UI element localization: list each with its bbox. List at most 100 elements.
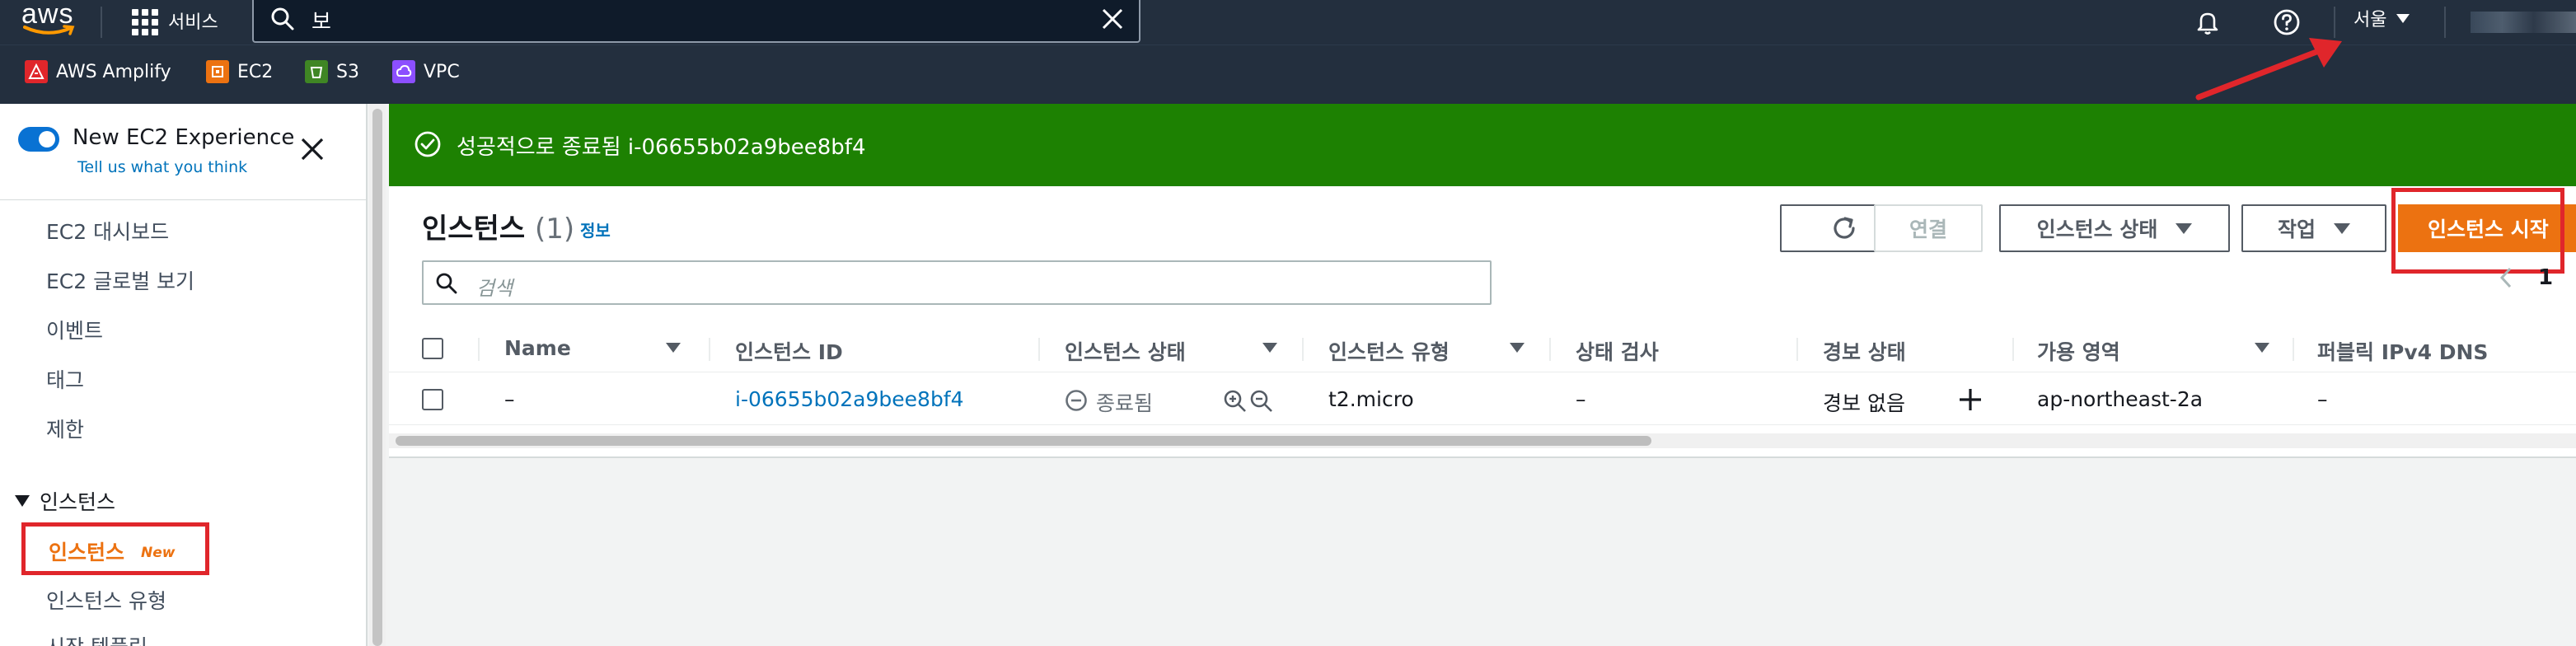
row-checkbox[interactable] bbox=[422, 389, 443, 410]
column-divider bbox=[1038, 338, 1040, 361]
cell-instance-type: t2.micro bbox=[1328, 387, 1414, 411]
connect-button[interactable]: 연결 bbox=[1874, 204, 1983, 252]
column-divider bbox=[1302, 338, 1304, 361]
sidebar-item-launch-templates[interactable]: 시작 템플릿 bbox=[46, 631, 148, 646]
s3-icon bbox=[305, 60, 328, 83]
instance-state-dropdown[interactable]: 인스턴스 상태 bbox=[1999, 204, 2230, 252]
cell-status-check: – bbox=[1576, 387, 1586, 411]
column-divider bbox=[1796, 338, 1798, 361]
column-header-alarm-status[interactable]: 경보 상태 bbox=[1823, 336, 1906, 366]
side-navigation: New EC2 Experience Tell us what you thin… bbox=[0, 104, 368, 646]
search-input[interactable]: 보 bbox=[311, 5, 331, 35]
favorite-aws-amplify[interactable]: AWS Amplify bbox=[25, 60, 171, 83]
chevron-left-icon[interactable] bbox=[2499, 266, 2513, 289]
pagination: 1 bbox=[2499, 265, 2553, 290]
zoom-in-icon[interactable] bbox=[1223, 389, 1248, 414]
amplify-icon bbox=[25, 60, 48, 83]
actions-dropdown[interactable]: 작업 bbox=[2241, 204, 2386, 252]
services-label: 서비스 bbox=[168, 12, 218, 33]
favorite-s3[interactable]: S3 bbox=[305, 60, 359, 83]
feedback-link[interactable]: Tell us what you think bbox=[77, 158, 247, 176]
page-title-text: 인스턴스 bbox=[422, 213, 526, 246]
top-navigation-bar: aws 서비스 보 서울 bbox=[0, 0, 2576, 44]
scrollbar-thumb[interactable] bbox=[396, 436, 1651, 446]
column-divider bbox=[478, 338, 480, 361]
sort-icon[interactable] bbox=[1262, 343, 1277, 353]
column-header-availability-zone[interactable]: 가용 영역 bbox=[2037, 336, 2120, 366]
favorite-label: EC2 bbox=[237, 61, 274, 82]
aws-smile-icon bbox=[23, 25, 75, 35]
info-link[interactable]: 정보 bbox=[580, 218, 611, 241]
sort-icon[interactable] bbox=[666, 343, 681, 353]
sidebar-section-label: 인스턴스 bbox=[40, 490, 116, 514]
table-horizontal-scrollbar[interactable] bbox=[389, 433, 2576, 448]
cell-public-dns: – bbox=[2317, 387, 2328, 411]
flash-message: 성공적으로 종료됨 i-06655b02a9bee8bf4 bbox=[457, 135, 866, 160]
caret-down-icon bbox=[2334, 222, 2350, 234]
favorite-label: S3 bbox=[336, 61, 359, 82]
column-header-public-dns[interactable]: 퍼블릭 IPv4 DNS bbox=[2317, 336, 2488, 366]
instance-state-label: 인스턴스 상태 bbox=[2036, 218, 2158, 241]
success-flash-banner: 성공적으로 종료됨 i-06655b02a9bee8bf4 bbox=[389, 104, 2576, 186]
sidebar-item-tags[interactable]: 태그 bbox=[46, 364, 84, 394]
sidebar-divider bbox=[0, 199, 368, 200]
sidebar-section-instances[interactable]: 인스턴스 bbox=[15, 486, 115, 516]
sidebar-item-ec2-dashboard[interactable]: EC2 대시보드 bbox=[46, 216, 169, 246]
red-highlight-annotation bbox=[2391, 188, 2564, 274]
column-header-name[interactable]: Name bbox=[504, 336, 571, 360]
table-row[interactable]: – i-06655b02a9bee8bf4 종료됨 t2.micro – 경보 … bbox=[389, 372, 2576, 425]
close-icon[interactable] bbox=[300, 137, 325, 162]
favorite-ec2[interactable]: EC2 bbox=[206, 60, 273, 83]
page-title: 인스턴스 (1) bbox=[422, 206, 574, 246]
column-divider bbox=[2293, 338, 2294, 361]
account-menu-redacted[interactable] bbox=[2471, 12, 2576, 33]
services-grid-icon bbox=[130, 7, 158, 35]
column-header-status-check[interactable]: 상태 검사 bbox=[1576, 336, 1659, 366]
aws-logo[interactable]: aws bbox=[21, 0, 79, 44]
new-experience-toggle[interactable] bbox=[18, 127, 59, 152]
new-badge: New bbox=[141, 545, 176, 561]
caret-down-icon bbox=[2396, 13, 2410, 23]
services-menu-button[interactable]: 서비스 bbox=[130, 0, 218, 41]
caret-down-icon bbox=[2176, 222, 2193, 234]
table-header: Name 인스턴스 ID 인스턴스 상태 인스턴스 유형 상태 검사 경보 상태… bbox=[389, 325, 2576, 372]
search-icon bbox=[436, 273, 457, 294]
add-alarm-icon[interactable] bbox=[1958, 387, 1983, 412]
sort-icon[interactable] bbox=[1510, 343, 1525, 353]
search-placeholder: 검색 bbox=[476, 277, 513, 300]
column-header-instance-state[interactable]: 인스턴스 상태 bbox=[1065, 336, 1186, 366]
terminated-status-icon bbox=[1066, 390, 1087, 411]
region-label: 서울 bbox=[2354, 10, 2387, 30]
instances-panel: 인스턴스 (1) 정보 연결 인스턴스 상태 작업 인스턴스 시작 검색 1 N… bbox=[389, 186, 2576, 458]
cell-name: – bbox=[504, 387, 515, 411]
sidebar-item-events[interactable]: 이벤트 bbox=[46, 315, 103, 344]
actions-label: 작업 bbox=[2277, 218, 2316, 241]
sidebar-item-global-view[interactable]: EC2 글로벌 보기 bbox=[46, 265, 194, 295]
favorite-label: VPC bbox=[424, 61, 460, 82]
favorite-vpc[interactable]: VPC bbox=[392, 60, 460, 83]
sidebar-item-limits[interactable]: 제한 bbox=[46, 414, 84, 443]
sort-icon[interactable] bbox=[2255, 343, 2269, 353]
cell-instance-id[interactable]: i-06655b02a9bee8bf4 bbox=[735, 387, 964, 411]
region-selector[interactable]: 서울 bbox=[2354, 5, 2410, 31]
global-search-box[interactable]: 보 bbox=[252, 0, 1140, 43]
zoom-out-icon[interactable] bbox=[1249, 389, 1274, 414]
search-icon bbox=[271, 7, 294, 30]
column-header-instance-id[interactable]: 인스턴스 ID bbox=[735, 336, 843, 366]
page-number[interactable]: 1 bbox=[2538, 265, 2553, 290]
sidebar-item-label: 인스턴스 bbox=[49, 541, 125, 564]
sidebar-item-instance-types[interactable]: 인스턴스 유형 bbox=[46, 585, 166, 615]
sidebar-item-instances[interactable]: 인스턴스 New bbox=[21, 522, 209, 575]
select-all-checkbox[interactable] bbox=[422, 338, 443, 359]
bell-icon bbox=[2197, 12, 2218, 35]
column-divider bbox=[709, 338, 710, 361]
instance-search-field[interactable]: 검색 bbox=[422, 260, 1492, 305]
instance-count: (1) bbox=[534, 213, 575, 246]
sidebar-scrollbar-thumb[interactable] bbox=[372, 109, 382, 646]
help-circle-icon bbox=[2274, 9, 2300, 35]
cell-alarm-status: 경보 없음 bbox=[1823, 391, 1905, 415]
clear-search-icon[interactable] bbox=[1101, 7, 1124, 30]
cell-instance-state: 종료됨 bbox=[1096, 391, 1154, 415]
column-header-instance-type[interactable]: 인스턴스 유형 bbox=[1328, 336, 1450, 366]
cell-availability-zone: ap-northeast-2a bbox=[2037, 387, 2204, 411]
